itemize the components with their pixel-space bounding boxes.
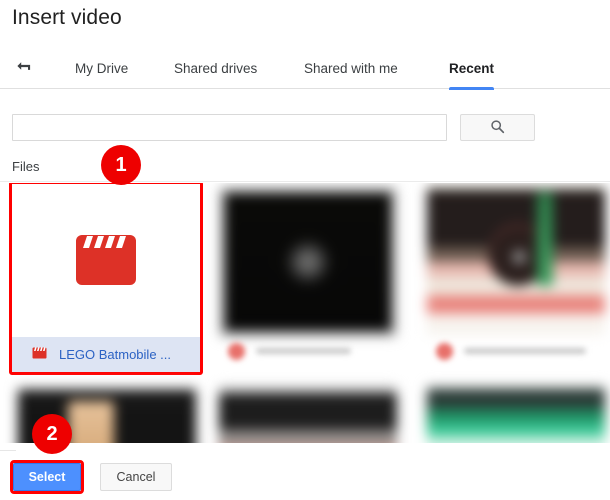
file-thumbnail: [219, 187, 397, 337]
step-badge-2: 2: [32, 414, 72, 454]
clapperboard-icon: [75, 230, 137, 291]
tab-label: Shared with me: [304, 61, 398, 76]
tab-label: Shared drives: [174, 61, 258, 76]
step-badge-1: 1: [101, 145, 141, 185]
select-button-highlight: Select: [10, 460, 84, 494]
tab-shared-drives[interactable]: Shared drives: [168, 48, 263, 89]
back-arrow-icon[interactable]: [11, 53, 37, 79]
tab-label: Recent: [449, 61, 495, 76]
file-icon-redacted: [228, 343, 245, 360]
files-section-label: Files: [12, 159, 40, 174]
search-row: [0, 105, 610, 150]
file-name: LEGO Batmobile ...: [59, 347, 171, 362]
tab-my-drive[interactable]: My Drive: [69, 48, 134, 89]
select-button[interactable]: Select: [13, 463, 81, 491]
tab-shared-with-me[interactable]: Shared with me: [298, 48, 404, 89]
active-tab-underline: [449, 87, 495, 90]
clapperboard-icon: [32, 346, 47, 364]
file-name-redacted: [464, 348, 586, 354]
file-thumbnail: [12, 184, 200, 337]
file-name-redacted: [256, 348, 351, 354]
section-divider: [0, 181, 610, 182]
file-card[interactable]: [214, 183, 402, 371]
tab-label: My Drive: [75, 61, 129, 76]
file-card-selected[interactable]: LEGO Batmobile ...: [9, 183, 203, 375]
dialog-footer: Select Cancel: [0, 458, 610, 500]
footer-divider: [0, 450, 16, 451]
tab-bar: My Drive Shared drives Shared with me Re…: [0, 48, 610, 90]
page-title: Insert video: [12, 6, 122, 29]
search-input[interactable]: [12, 114, 447, 141]
search-icon: [490, 119, 505, 137]
search-button[interactable]: [460, 114, 535, 141]
file-label-row[interactable]: LEGO Batmobile ...: [12, 337, 200, 372]
file-thumbnail: [427, 183, 605, 335]
file-icon-redacted: [436, 343, 453, 360]
thumbnail-detail: [537, 192, 554, 287]
file-card[interactable]: [422, 183, 610, 371]
tab-recent[interactable]: Recent: [443, 48, 500, 90]
cancel-button[interactable]: Cancel: [100, 463, 172, 491]
files-grid[interactable]: LEGO Batmobile ...: [0, 183, 610, 458]
